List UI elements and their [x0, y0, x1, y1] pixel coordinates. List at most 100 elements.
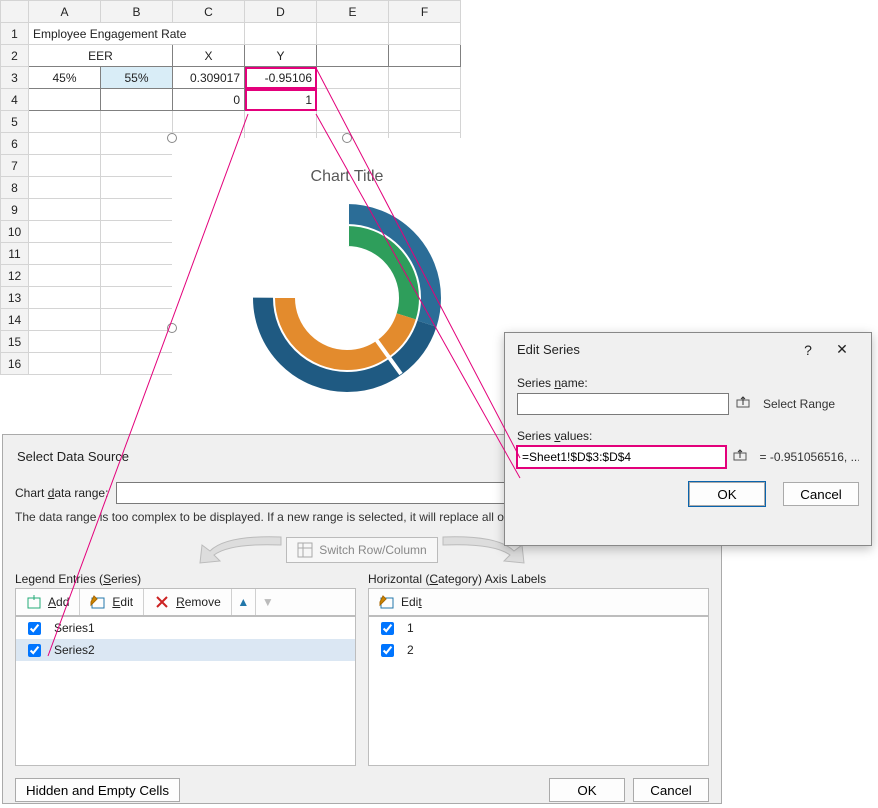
row-5[interactable]: 5 [1, 111, 29, 133]
cell[interactable] [29, 177, 101, 199]
cell[interactable] [101, 155, 173, 177]
row-6[interactable]: 6 [1, 133, 29, 155]
row-1[interactable]: 1 [1, 23, 29, 45]
edit-axis-labels-button[interactable]: Edit [369, 589, 432, 615]
cell-D4[interactable]: 1 [245, 89, 317, 111]
row-10[interactable]: 10 [1, 221, 29, 243]
cell[interactable] [29, 221, 101, 243]
cell-F4[interactable] [389, 89, 461, 111]
cell-A2[interactable]: EER [29, 45, 173, 67]
col-F[interactable]: F [389, 1, 461, 23]
cell-C4[interactable]: 0 [173, 89, 245, 111]
list-item[interactable]: Series1 [16, 617, 355, 639]
cell-C2[interactable]: X [173, 45, 245, 67]
cell-B4[interactable] [101, 89, 173, 111]
cell-E3[interactable] [317, 67, 389, 89]
select-all-cell[interactable] [1, 1, 29, 23]
cell-E1[interactable] [317, 23, 389, 45]
cell[interactable] [101, 133, 173, 155]
cell-C3[interactable]: 0.309017 [173, 67, 245, 89]
series-values-input[interactable] [517, 446, 726, 468]
cell[interactable] [101, 331, 173, 353]
row-7[interactable]: 7 [1, 155, 29, 177]
row-15[interactable]: 15 [1, 331, 29, 353]
series-checkbox[interactable] [28, 622, 41, 635]
row-11[interactable]: 11 [1, 243, 29, 265]
series-checkbox[interactable] [28, 644, 41, 657]
cell-B3[interactable]: 55% [101, 67, 173, 89]
cancel-button[interactable]: Cancel [633, 778, 709, 802]
list-item[interactable]: 2 [369, 639, 708, 661]
category-checkbox[interactable] [381, 644, 394, 657]
collapse-range-icon[interactable] [732, 446, 754, 468]
row-4[interactable]: 4 [1, 89, 29, 111]
cell-F3[interactable] [389, 67, 461, 89]
category-checkbox[interactable] [381, 622, 394, 635]
cell-F1[interactable] [389, 23, 461, 45]
cell-E2[interactable] [317, 45, 389, 67]
cell[interactable] [29, 243, 101, 265]
col-B[interactable]: B [101, 1, 173, 23]
row-9[interactable]: 9 [1, 199, 29, 221]
cell[interactable] [101, 353, 173, 375]
cell[interactable] [101, 287, 173, 309]
chart-object[interactable]: Chart Title [172, 138, 522, 428]
ok-button[interactable]: OK [689, 482, 765, 506]
cell-E4[interactable] [317, 89, 389, 111]
cell[interactable] [29, 331, 101, 353]
move-up-button[interactable]: ▲ [232, 589, 256, 615]
cancel-button[interactable]: Cancel [783, 482, 859, 506]
resize-handle[interactable] [167, 133, 177, 143]
cell-A4[interactable] [29, 89, 101, 111]
row-16[interactable]: 16 [1, 353, 29, 375]
chart-title[interactable]: Chart Title [172, 168, 522, 186]
cell-A3[interactable]: 45% [29, 67, 101, 89]
row-12[interactable]: 12 [1, 265, 29, 287]
cell[interactable] [29, 133, 101, 155]
cell[interactable] [101, 243, 173, 265]
list-item[interactable]: Series2 [16, 639, 355, 661]
row-8[interactable]: 8 [1, 177, 29, 199]
cell-A1[interactable]: Employee Engagement Rate [29, 23, 245, 45]
col-E[interactable]: E [317, 1, 389, 23]
collapse-range-icon[interactable] [735, 393, 757, 415]
row-13[interactable]: 13 [1, 287, 29, 309]
row-2[interactable]: 2 [1, 45, 29, 67]
cell[interactable] [101, 265, 173, 287]
cell[interactable] [101, 199, 173, 221]
cell[interactable] [29, 287, 101, 309]
cell-D2[interactable]: Y [245, 45, 317, 67]
close-icon[interactable]: ✕ [825, 341, 859, 358]
edit-series-button[interactable]: Edit [80, 589, 144, 615]
cell[interactable] [389, 111, 461, 133]
cell[interactable] [101, 111, 173, 133]
col-D[interactable]: D [245, 1, 317, 23]
cell[interactable] [245, 111, 317, 133]
cell[interactable] [29, 199, 101, 221]
cell[interactable] [29, 155, 101, 177]
series-listbox[interactable]: Series1 Series2 [15, 616, 356, 766]
series-name-input[interactable] [517, 393, 729, 415]
resize-handle[interactable] [167, 323, 177, 333]
add-series-button[interactable]: Add [16, 589, 80, 615]
cell[interactable] [101, 309, 173, 331]
cell[interactable] [101, 221, 173, 243]
ok-button[interactable]: OK [549, 778, 625, 802]
cell[interactable] [29, 111, 101, 133]
cell-D3[interactable]: -0.95106 [245, 67, 317, 89]
cell-F2[interactable] [389, 45, 461, 67]
col-C[interactable]: C [173, 1, 245, 23]
cell[interactable] [29, 353, 101, 375]
row-14[interactable]: 14 [1, 309, 29, 331]
remove-series-button[interactable]: Remove [144, 589, 232, 615]
hidden-empty-cells-button[interactable]: Hidden and Empty Cells [15, 778, 180, 802]
list-item[interactable]: 1 [369, 617, 708, 639]
doughnut-chart[interactable] [247, 198, 447, 398]
resize-handle[interactable] [342, 133, 352, 143]
cell[interactable] [29, 265, 101, 287]
cell[interactable] [317, 111, 389, 133]
cell[interactable] [173, 111, 245, 133]
category-listbox[interactable]: 1 2 [368, 616, 709, 766]
cell[interactable] [29, 309, 101, 331]
cell-D1[interactable] [245, 23, 317, 45]
